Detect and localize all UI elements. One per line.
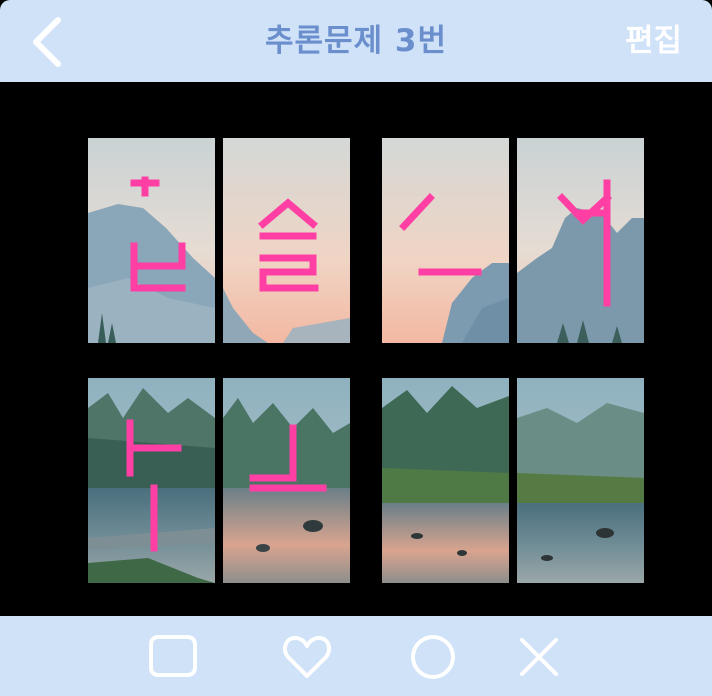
- puzzle-tile-3[interactable]: [382, 138, 509, 343]
- circle-icon[interactable]: [408, 632, 458, 682]
- square-icon[interactable]: [148, 632, 198, 682]
- top-bar: 추론문제 3번 편집: [0, 0, 712, 82]
- heart-icon[interactable]: [282, 632, 332, 682]
- puzzle-tile-4[interactable]: [517, 138, 644, 343]
- puzzle-tile-5[interactable]: [88, 378, 215, 583]
- puzzle-tile-7[interactable]: [382, 378, 509, 583]
- puzzle-tile-8[interactable]: [517, 378, 644, 583]
- x-icon[interactable]: [514, 632, 564, 682]
- edit-button[interactable]: 편집: [625, 0, 682, 82]
- chevron-left-icon[interactable]: [26, 16, 70, 68]
- puzzle-tile-2[interactable]: [223, 138, 350, 343]
- puzzle-tile-6[interactable]: [223, 378, 350, 583]
- puzzle-board: [0, 82, 712, 616]
- puzzle-tile-1[interactable]: [88, 138, 215, 343]
- page-title: 추론문제 3번: [265, 23, 447, 59]
- bottom-toolbar: [0, 616, 712, 696]
